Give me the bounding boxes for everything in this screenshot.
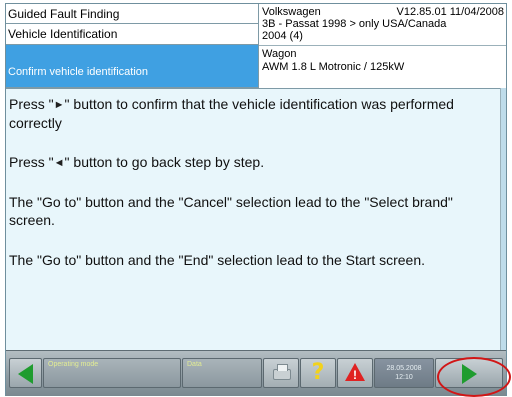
vehicle-year: 2004 (4) xyxy=(262,30,303,42)
breadcrumb-panel: Guided Fault Finding Vehicle Identificat… xyxy=(6,4,258,88)
back-button[interactable] xyxy=(9,358,42,388)
scrollbar[interactable] xyxy=(500,88,506,350)
instruction-cancel: The "Go to" button and the "Cancel" sele… xyxy=(9,194,453,228)
vehicle-body: Wagon xyxy=(262,48,297,60)
bottom-toolbar: Operating mode Data ? ! 28.05.2008 12:10 xyxy=(6,350,506,396)
help-button[interactable]: ? xyxy=(300,358,336,388)
back-arrow-icon xyxy=(18,364,33,384)
printer-icon xyxy=(273,364,291,380)
forward-arrow-glyph: ► xyxy=(53,99,65,111)
vehicle-engine: AWM 1.8 L Motronic / 125kW xyxy=(262,61,405,73)
vehicle-info-panel: Volkswagen V12.85.01 11/04/2008 3B - Pas… xyxy=(258,4,506,88)
operating-mode-button[interactable]: Operating mode xyxy=(43,358,181,388)
instruction-text: " button to go back step by step. xyxy=(64,154,265,170)
date-text: 28.05.2008 xyxy=(386,365,422,372)
back-arrow-glyph: ◄ xyxy=(53,157,65,169)
forward-button[interactable] xyxy=(435,358,503,388)
instruction-text: Press " xyxy=(9,96,54,112)
instruction-back: Press "◄" button to go back step by step… xyxy=(9,153,497,172)
vehicle-model: 3B - Passat 1998 > only USA/Canada xyxy=(262,18,447,30)
nav-confirm-vehicle-identification[interactable]: Confirm vehicle identification xyxy=(6,45,258,88)
print-button[interactable] xyxy=(263,358,299,388)
forward-arrow-icon xyxy=(462,364,477,384)
vehicle-make-row: Volkswagen V12.85.01 11/04/2008 xyxy=(262,6,504,18)
instruction-confirm: Press "►" button to confirm that the veh… xyxy=(9,95,497,132)
warning-mark: ! xyxy=(353,368,357,382)
help-icon: ? xyxy=(311,360,325,385)
data-button[interactable]: Data xyxy=(182,358,262,388)
instruction-area: Press "►" button to confirm that the veh… xyxy=(6,88,506,350)
instruction-text: Press " xyxy=(9,154,54,170)
divider xyxy=(259,45,506,46)
time-text: 12:10 xyxy=(395,374,413,381)
instruction-end: The "Go to" button and the "End" selecti… xyxy=(9,252,426,268)
diagnostic-window: Guided Fault Finding Vehicle Identificat… xyxy=(5,3,507,396)
date-time-display: 28.05.2008 12:10 xyxy=(374,358,434,388)
vehicle-make: Volkswagen xyxy=(262,6,321,18)
instruction-text: " button to confirm that the vehicle ide… xyxy=(9,96,454,131)
software-version: V12.85.01 11/04/2008 xyxy=(396,6,504,18)
warning-button[interactable]: ! xyxy=(337,358,373,388)
nav-vehicle-identification[interactable]: Vehicle Identification xyxy=(6,24,258,45)
nav-guided-fault-finding[interactable]: Guided Fault Finding xyxy=(6,4,258,24)
